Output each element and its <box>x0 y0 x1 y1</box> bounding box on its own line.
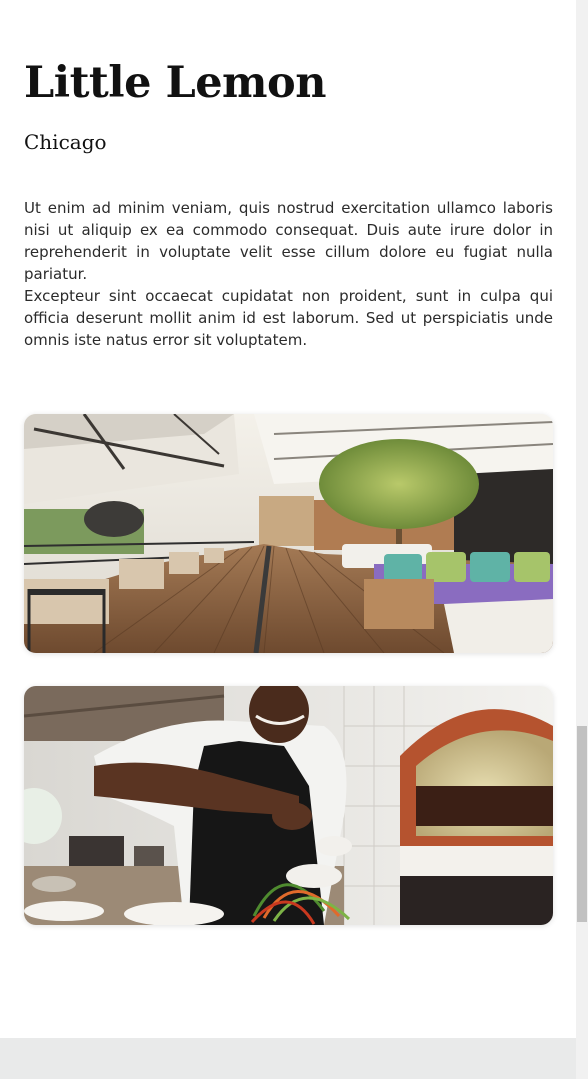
about-paragraph-1: Ut enim ad minim veniam, quis nostrud ex… <box>24 199 553 283</box>
about-text: Ut enim ad minim veniam, quis nostrud ex… <box>24 197 553 351</box>
footer-band <box>0 1038 576 1079</box>
page-title: Little Lemon <box>24 58 327 108</box>
chef-image <box>24 686 553 925</box>
about-paragraph-2: Excepteur sint occaecat cupidatat non pr… <box>24 287 553 349</box>
location-subtitle: Chicago <box>24 130 107 154</box>
page: Little Lemon Chicago Ut enim ad minim ve… <box>0 0 588 1079</box>
restaurant-terrace-image <box>24 414 553 653</box>
scrollbar-thumb[interactable] <box>577 726 587 922</box>
